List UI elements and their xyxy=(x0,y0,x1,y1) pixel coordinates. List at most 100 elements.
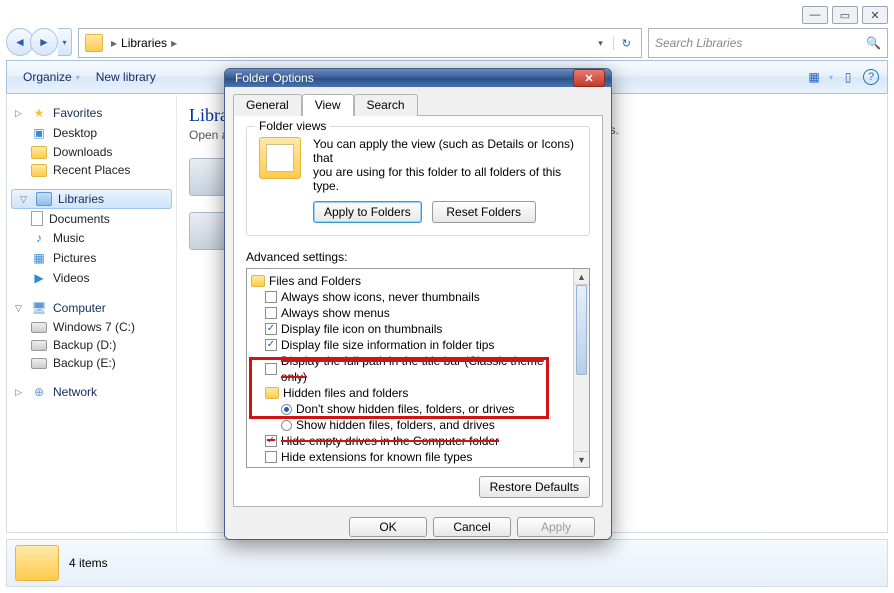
radio-dont-show-hidden[interactable]: Don't show hidden files, folders, or dri… xyxy=(251,401,571,417)
status-icon xyxy=(15,545,59,581)
pictures-icon: ▦ xyxy=(31,250,47,266)
folder-views-text: You can apply the view (such as Details … xyxy=(313,137,577,165)
radio-show-hidden[interactable]: Show hidden files, folders, and drives xyxy=(251,417,571,433)
dialog-titlebar[interactable]: Folder Options ✕ xyxy=(225,69,611,87)
address-bar[interactable]: ▸ Libraries ▸ ▾ ↻ xyxy=(78,28,642,58)
sidebar-favorites[interactable]: ▷ ★ Favorites xyxy=(7,103,176,123)
address-dropdown[interactable]: ▾ xyxy=(592,38,609,49)
refresh-button[interactable]: ↻ xyxy=(613,37,639,50)
music-icon: ♪ xyxy=(31,230,47,246)
folder-icon xyxy=(265,387,279,399)
sidebar-item-desktop[interactable]: ▣Desktop xyxy=(7,123,176,143)
option-full-path-titlebar[interactable]: Display the full path in the title bar (… xyxy=(251,353,571,385)
close-window-button[interactable]: ✕ xyxy=(862,6,888,24)
sidebar-computer[interactable]: ▽ 🖥 Computer xyxy=(7,298,176,318)
folder-views-text: you are using for this folder to all fol… xyxy=(313,165,577,193)
ok-button[interactable]: OK xyxy=(349,517,427,537)
tab-view-pane: Folder views You can apply the view (suc… xyxy=(233,115,603,507)
scroll-thumb[interactable] xyxy=(576,285,587,375)
cancel-button[interactable]: Cancel xyxy=(433,517,511,537)
radio[interactable] xyxy=(281,420,292,431)
videos-icon: ▶ xyxy=(31,270,47,286)
restore-defaults-button[interactable]: Restore Defaults xyxy=(479,476,590,498)
status-text: 4 items xyxy=(69,556,108,570)
chevron-icon: ▽ xyxy=(15,303,25,314)
star-icon: ★ xyxy=(31,105,47,121)
advanced-settings-label: Advanced settings: xyxy=(246,250,590,264)
checkbox-checked[interactable]: ✓ xyxy=(265,435,277,447)
search-placeholder: Search Libraries xyxy=(655,36,742,50)
sidebar-item-recent[interactable]: Recent Places xyxy=(7,161,176,179)
nav-bar: ◄ ► ▾ ▸ Libraries ▸ ▾ ↻ Search Libraries… xyxy=(6,28,888,58)
sidebar-item-downloads[interactable]: Downloads xyxy=(7,143,176,161)
computer-icon: 🖥 xyxy=(31,300,47,316)
help-button[interactable]: ? xyxy=(863,69,879,85)
sidebar-item-documents[interactable]: Documents xyxy=(7,209,176,228)
apply-to-folders-button[interactable]: Apply to Folders xyxy=(313,201,422,223)
tab-view[interactable]: View xyxy=(302,94,354,116)
network-icon: ⊕ xyxy=(31,384,47,400)
option-hide-empty-drives[interactable]: ✓Hide empty drives in the Computer folde… xyxy=(251,433,571,449)
option-show-menus[interactable]: Always show menus xyxy=(251,305,571,321)
nav-history-dropdown[interactable]: ▾ xyxy=(58,28,72,56)
tab-search[interactable]: Search xyxy=(354,94,418,116)
maximize-button[interactable]: ▭ xyxy=(832,6,858,24)
folder-views-group: Folder views You can apply the view (suc… xyxy=(246,126,590,236)
breadcrumb-sep[interactable]: ▸ xyxy=(167,36,181,50)
search-icon[interactable]: 🔍 xyxy=(866,36,881,50)
checkbox[interactable] xyxy=(265,291,277,303)
search-input[interactable]: Search Libraries 🔍 xyxy=(648,28,888,58)
drive-icon xyxy=(31,358,47,369)
document-icon xyxy=(31,211,43,226)
organize-menu[interactable]: Organize ▾ xyxy=(15,68,88,86)
sidebar-network[interactable]: ▷ ⊕ Network xyxy=(7,382,176,402)
dialog-title: Folder Options xyxy=(235,71,314,85)
group-label: Folder views xyxy=(255,119,330,133)
new-library-button[interactable]: New library xyxy=(88,68,164,86)
folder-icon xyxy=(31,146,47,159)
sidebar-item-music[interactable]: ♪Music xyxy=(7,228,176,248)
checkbox-checked[interactable]: ✓ xyxy=(265,339,277,351)
preview-pane-button[interactable]: ▯ xyxy=(839,68,857,86)
option-hide-protected-os-files[interactable]: ✓Hide protected operating system files (… xyxy=(251,465,571,467)
checkbox[interactable] xyxy=(265,363,277,375)
chevron-icon: ▷ xyxy=(15,387,25,398)
forward-button[interactable]: ► xyxy=(30,28,58,56)
change-view-button[interactable]: ▦ xyxy=(805,68,823,86)
sidebar-libraries[interactable]: ▽ Libraries xyxy=(11,189,172,209)
sidebar-label: Favorites xyxy=(53,106,102,120)
apply-button[interactable]: Apply xyxy=(517,517,595,537)
minimize-button[interactable]: — xyxy=(802,6,828,24)
dialog-footer: OK Cancel Apply xyxy=(233,507,603,540)
hidden-files-group: Hidden files and folders xyxy=(251,385,571,401)
option-file-size-tips[interactable]: ✓Display file size information in folder… xyxy=(251,337,571,353)
sidebar-item-drive-e[interactable]: Backup (E:) xyxy=(7,354,176,372)
reset-folders-button[interactable]: Reset Folders xyxy=(432,201,536,223)
scrollbar[interactable]: ▲ ▼ xyxy=(573,269,589,467)
sidebar-item-pictures[interactable]: ▦Pictures xyxy=(7,248,176,268)
tab-general[interactable]: General xyxy=(233,94,302,116)
desktop-icon: ▣ xyxy=(31,125,47,141)
option-hide-extensions[interactable]: Hide extensions for known file types xyxy=(251,449,571,465)
sidebar-item-videos[interactable]: ▶Videos xyxy=(7,268,176,288)
sidebar-label: Computer xyxy=(53,301,106,315)
scroll-down-button[interactable]: ▼ xyxy=(574,451,589,467)
drive-icon xyxy=(31,340,47,351)
option-show-icons[interactable]: Always show icons, never thumbnails xyxy=(251,289,571,305)
checkbox[interactable] xyxy=(265,451,277,463)
sidebar-item-drive-c[interactable]: Windows 7 (C:) xyxy=(7,318,176,336)
breadcrumb-item[interactable]: Libraries xyxy=(121,36,167,50)
sidebar-label: Libraries xyxy=(58,192,104,206)
scroll-up-button[interactable]: ▲ xyxy=(574,269,589,285)
folder-icon xyxy=(31,164,47,177)
checkbox[interactable] xyxy=(265,307,277,319)
dialog-close-button[interactable]: ✕ xyxy=(573,69,605,87)
sidebar-item-drive-d[interactable]: Backup (D:) xyxy=(7,336,176,354)
chevron-icon: ▽ xyxy=(20,194,30,205)
advanced-settings-tree[interactable]: Files and Folders Always show icons, nev… xyxy=(246,268,590,468)
sidebar-label: Network xyxy=(53,385,97,399)
checkbox-checked[interactable]: ✓ xyxy=(265,323,277,335)
chevron-down-icon[interactable]: ▾ xyxy=(829,73,833,82)
option-file-icon-thumbnails[interactable]: ✓Display file icon on thumbnails xyxy=(251,321,571,337)
radio-selected[interactable] xyxy=(281,404,292,415)
